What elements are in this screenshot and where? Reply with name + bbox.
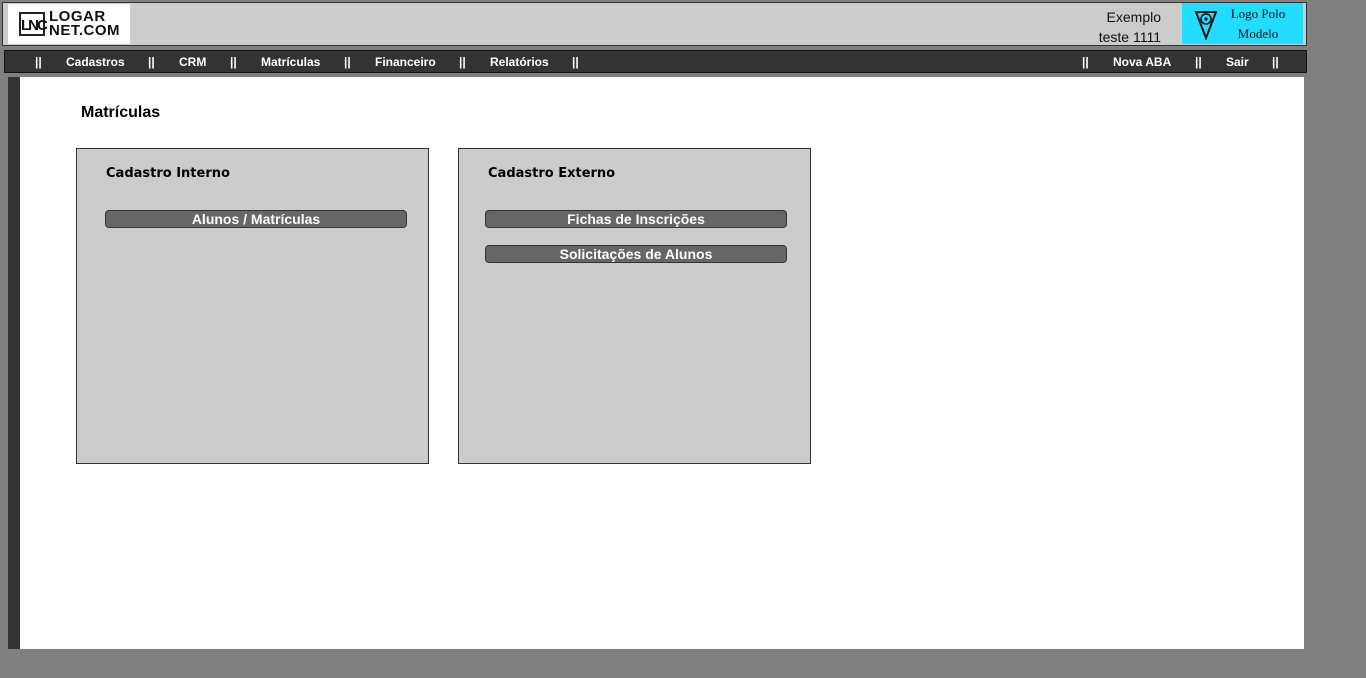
- fichas-inscricoes-button[interactable]: Fichas de Inscrições: [485, 210, 787, 228]
- nav-separator: ||: [344, 55, 351, 69]
- user-info-line1: Exemplo: [1106, 9, 1161, 25]
- top-nav: || Cadastros || CRM || Matrículas || Fin…: [4, 50, 1307, 73]
- nav-item-matriculas[interactable]: Matrículas: [261, 55, 320, 69]
- alunos-matriculas-button[interactable]: Alunos / Matrículas: [105, 210, 407, 228]
- polo-logo-line2: Modelo: [1237, 25, 1279, 41]
- nav-separator: ||: [1272, 55, 1279, 69]
- polo-logo-line1: Logo Polo: [1230, 5, 1286, 21]
- nav-separator: ||: [148, 55, 155, 69]
- card-title: Cadastro Externo: [488, 166, 616, 181]
- left-sidebar-strip: [8, 77, 20, 649]
- nav-item-relatorios[interactable]: Relatórios: [490, 55, 549, 69]
- nav-item-cadastros[interactable]: Cadastros: [66, 55, 125, 69]
- nav-separator: ||: [1082, 55, 1089, 69]
- nav-separator: ||: [35, 55, 42, 69]
- logo-mark-icon: LNC: [19, 12, 48, 36]
- card-cadastro-externo: Cadastro Externo Fichas de Inscrições So…: [458, 148, 811, 464]
- solicitacoes-alunos-button[interactable]: Solicitações de Alunos: [485, 245, 787, 263]
- nav-item-nova-aba[interactable]: Nova ABA: [1113, 55, 1171, 69]
- card-cadastro-interno: Cadastro Interno Alunos / Matrículas: [76, 148, 429, 464]
- nav-item-crm[interactable]: CRM: [179, 55, 206, 69]
- polo-logo: Logo Polo Modelo: [1182, 3, 1303, 44]
- logarnet-logo[interactable]: LNC LOGAR NET.COM: [8, 4, 130, 44]
- nav-item-sair[interactable]: Sair: [1226, 55, 1249, 69]
- page-title: Matrículas: [81, 104, 161, 121]
- nav-item-financeiro[interactable]: Financeiro: [375, 55, 436, 69]
- logo-text-line2: NET.COM: [49, 22, 120, 39]
- main-content: Matrículas Cadastro Interno Alunos / Mat…: [8, 77, 1304, 649]
- polo-logo-text: Logo Polo Modelo: [1226, 4, 1290, 44]
- nav-separator: ||: [572, 55, 579, 69]
- user-info-line2: teste 1111: [1098, 29, 1161, 45]
- header: LNC LOGAR NET.COM Exemplo teste 1111 Log…: [2, 2, 1307, 46]
- card-title: Cadastro Interno: [106, 166, 230, 181]
- logo-text: LOGAR NET.COM: [49, 9, 120, 39]
- nav-separator: ||: [1195, 55, 1202, 69]
- polo-emblem-icon: [1194, 10, 1218, 40]
- user-info: Exemplo teste 1111: [1083, 7, 1161, 47]
- nav-separator: ||: [459, 55, 466, 69]
- nav-separator: ||: [230, 55, 237, 69]
